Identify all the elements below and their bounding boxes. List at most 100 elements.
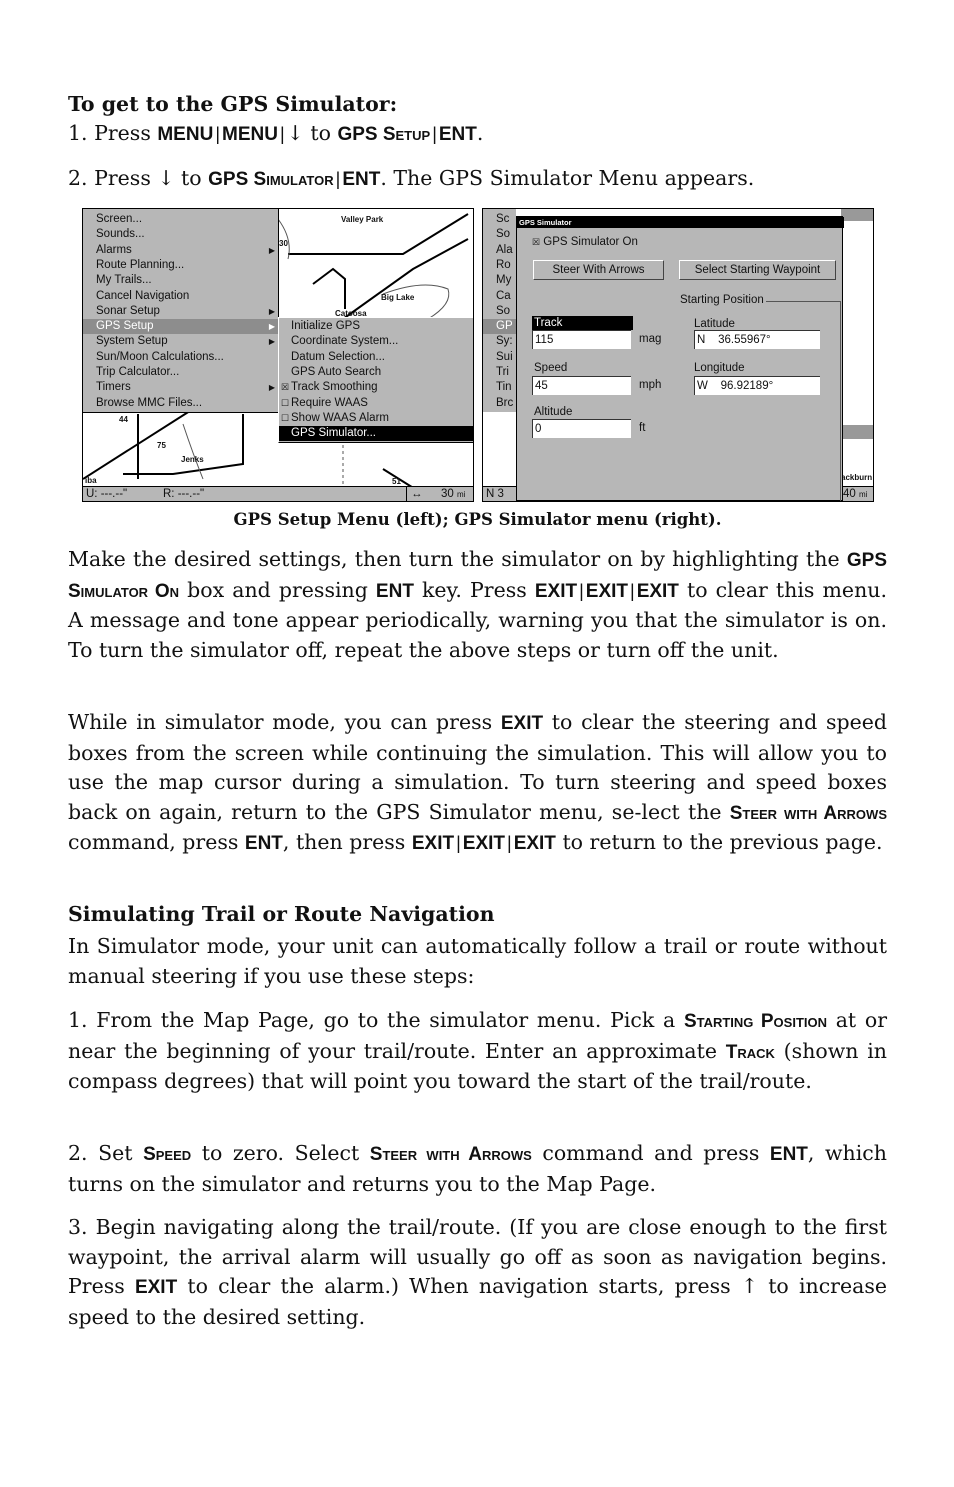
- submenu-arrow-icon: ▶: [268, 337, 275, 347]
- submenu-item[interactable]: Initialize GPS: [279, 319, 473, 334]
- background-menu-item: Ro: [496, 258, 511, 271]
- step-2: 2. Press ↓ to GPS Simulator | ENT. The GPS…: [68, 164, 887, 195]
- main-menu: Screen... Sounds... Alarms ▶ Route Planning.…: [83, 209, 279, 413]
- map-label-jenks: Jenks: [181, 455, 204, 464]
- highway-75-shield: 75: [157, 441, 166, 450]
- zoom-unit: mi: [859, 490, 868, 499]
- text-run: key. Press: [413, 577, 535, 602]
- menu-item[interactable]: System Setup ▶: [83, 334, 278, 349]
- menu-item-label: Alarms: [96, 243, 132, 256]
- submenu-arrow-icon: ▶: [268, 306, 275, 316]
- steer-with-arrows-button[interactable]: Steer With Arrows: [533, 260, 664, 280]
- background-menu-item: Sy:: [496, 335, 513, 348]
- menu-item[interactable]: Sounds...: [83, 227, 278, 242]
- submenu-item-label: Initialize GPS: [291, 320, 361, 332]
- background-bar: [841, 425, 873, 439]
- menu-item-label: Sounds...: [96, 228, 145, 241]
- speed-input[interactable]: 45: [532, 376, 631, 395]
- longitude-input[interactable]: W 96.92189°: [694, 376, 820, 395]
- highway-51-shield: 51: [392, 477, 401, 486]
- track-label: Track: [532, 316, 633, 330]
- submenu-item[interactable]: ☒ Track Smoothing: [279, 380, 473, 395]
- section-heading: Simulating Trail or Route Navigation: [68, 902, 495, 926]
- key-separator: |: [279, 124, 285, 144]
- key-separator: |: [579, 580, 584, 601]
- text-run: ↓ to: [286, 121, 338, 145]
- menu-item-label: GPS Setup: [96, 320, 154, 333]
- key-name: MENU: [157, 124, 214, 145]
- submenu-item[interactable]: ☐ Show WAAS Alarm: [279, 411, 473, 426]
- background-menu-item: Brc: [496, 396, 514, 409]
- latitude-input[interactable]: N 36.55967°: [694, 330, 820, 349]
- text-run: . The GPS Simulator Menu appears.: [380, 166, 755, 190]
- simulator-on-label: GPS Simulator On: [543, 236, 638, 248]
- select-starting-waypoint-button[interactable]: Select Starting Waypoint: [679, 260, 836, 280]
- key-name: ENT: [375, 580, 414, 602]
- background-bar: [841, 209, 873, 221]
- submenu-arrow-icon: ▶: [268, 245, 275, 255]
- key-separator: |: [432, 124, 437, 144]
- background-menu-item: Ca: [496, 289, 511, 302]
- track-input[interactable]: 115: [532, 330, 631, 349]
- text-run: .: [476, 121, 484, 145]
- map-label-partial: iba: [85, 476, 97, 485]
- menu-item[interactable]: Cancel Navigation: [83, 289, 278, 304]
- key-name: ENT: [769, 1144, 808, 1165]
- key-name: ENT: [342, 169, 381, 190]
- key-name: EXIT: [462, 833, 505, 854]
- zoom-level: 30 mi: [441, 487, 466, 501]
- submenu-item[interactable]: GPS Auto Search: [279, 365, 473, 380]
- background-menu-item: GP: [483, 319, 516, 335]
- zoom-value: 40: [843, 488, 856, 500]
- key-name: GPS Simulator: [208, 169, 334, 190]
- gps-simulator-dialog: GPS Simulator ☒ GPS Simulator On Steer W…: [516, 216, 844, 501]
- map-label-partial: 30: [279, 239, 288, 248]
- submenu-item[interactable]: ☐ Require WAAS: [279, 396, 473, 411]
- background-menu-item: Sc: [496, 213, 510, 225]
- submenu-item[interactable]: GPS Simulator...: [279, 426, 473, 442]
- menu-item[interactable]: Timers ▶: [83, 380, 278, 395]
- menu-item[interactable]: My Trails...: [83, 273, 278, 288]
- menu-item[interactable]: Browse MMC Files...: [83, 396, 278, 411]
- menu-item[interactable]: Alarms ▶: [83, 243, 278, 258]
- menu-item-label: Sun/Moon Calculations...: [96, 350, 224, 363]
- text-run: 2. Set: [68, 1141, 144, 1165]
- paragraph: Make the desired settings, then turn the…: [68, 545, 887, 665]
- checkbox-unchecked-icon: ☐: [281, 397, 290, 408]
- submenu-item[interactable]: Coordinate System...: [279, 334, 473, 349]
- key-name: GPS Setup: [337, 124, 431, 145]
- menu-item[interactable]: GPS Setup ▶: [83, 319, 278, 335]
- menu-item[interactable]: Screen...: [83, 212, 278, 227]
- background-menu: Sc So Ala Ro My Ca So GP Sy: Sui Tri Tin Brc: [483, 209, 516, 412]
- menu-item-label: Route Planning...: [96, 258, 185, 271]
- key-name: Track: [725, 1041, 775, 1063]
- menu-item[interactable]: Sonar Setup ▶: [83, 304, 278, 319]
- manual-page: To get to the GPS Simulator: 1. Press ME…: [0, 0, 954, 1487]
- altitude-input[interactable]: 0: [532, 419, 631, 438]
- background-menu-item: Ala: [496, 243, 513, 256]
- longitude-label: Longitude: [694, 362, 745, 374]
- background-menu-item: My: [496, 274, 512, 287]
- text-run: 1. From the Map Page, go to the simulato…: [68, 1008, 684, 1032]
- menu-item[interactable]: Route Planning...: [83, 258, 278, 273]
- key-name: EXIT: [513, 833, 556, 854]
- menu-item[interactable]: Trip Calculator...: [83, 365, 278, 380]
- menu-item[interactable]: Sun/Moon Calculations...: [83, 350, 278, 365]
- menu-item-label: My Trails...: [96, 274, 152, 287]
- simulator-on-checkbox[interactable]: ☒ GPS Simulator On: [532, 236, 638, 248]
- background-menu-item: So: [496, 304, 511, 317]
- background-menu-item: Tri: [496, 366, 509, 378]
- text-run: command, press: [68, 830, 245, 854]
- submenu-item[interactable]: Datum Selection...: [279, 350, 473, 365]
- key-name: ENT: [244, 833, 283, 854]
- checkbox-unchecked-icon: ☐: [281, 412, 290, 423]
- key-name: Speed: [143, 1144, 192, 1165]
- paragraph: In Simulator mode, your unit can automat…: [68, 932, 887, 991]
- zoom-unit: mi: [457, 490, 466, 499]
- track-unit: mag: [639, 333, 662, 345]
- key-name: EXIT: [585, 580, 628, 602]
- checkbox-checked-icon: ☒: [532, 237, 541, 247]
- text-run: While in simulator mode, you can press: [68, 710, 501, 734]
- submenu-arrow-icon: ▶: [268, 322, 275, 332]
- text-run: , then press: [282, 830, 412, 854]
